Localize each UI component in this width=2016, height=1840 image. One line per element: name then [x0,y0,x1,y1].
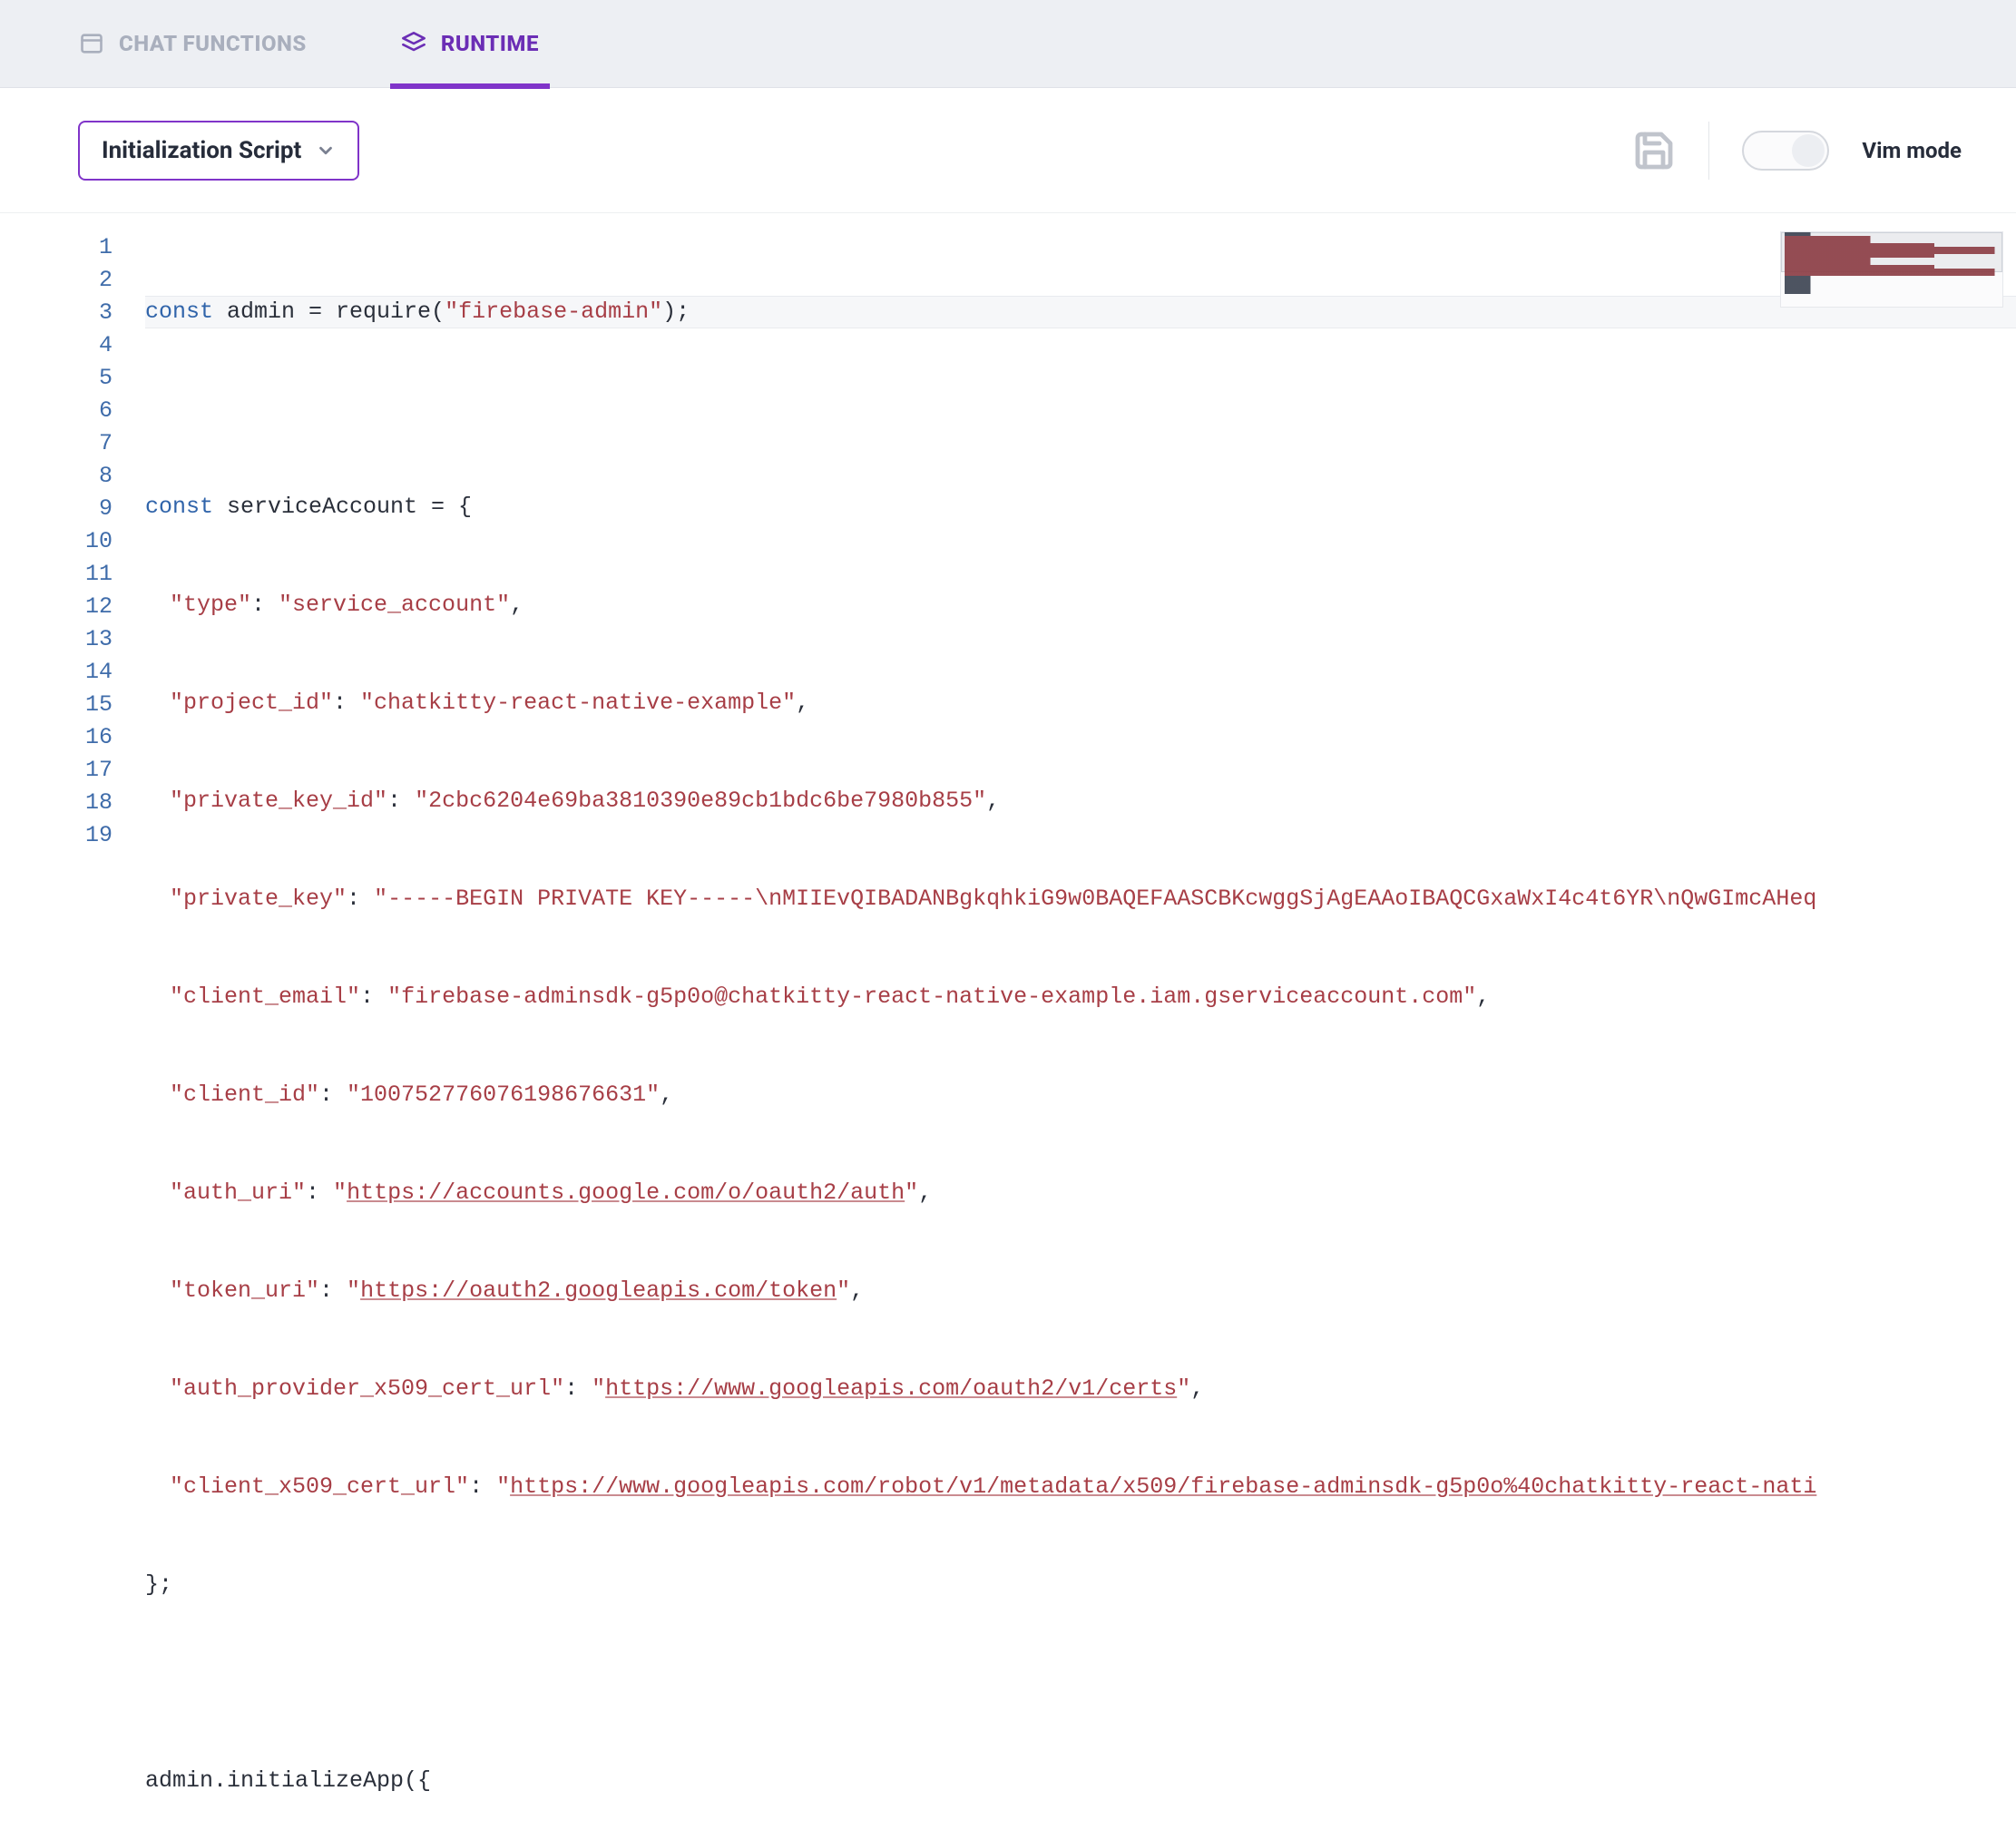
code-line: const admin = require("firebase-admin"); [145,296,2016,328]
toolbar: Initialization Script Vim mode [0,88,2016,213]
line-number: 8 [0,460,113,493]
tab-chat-functions[interactable]: CHAT FUNCTIONS [32,0,354,88]
divider [1708,122,1709,180]
code-line: "client_id": "100752776076198676631", [145,1079,2016,1111]
code-line: "project_id": "chatkitty-react-native-ex… [145,687,2016,719]
vim-mode-toggle[interactable] [1742,131,1829,171]
code-line: "auth_uri": "https://accounts.google.com… [145,1177,2016,1209]
minimap[interactable] [1780,231,2003,308]
tab-runtime[interactable]: RUNTIME [354,0,586,88]
line-number: 6 [0,395,113,427]
line-number: 4 [0,329,113,362]
tab-label: RUNTIME [441,31,539,56]
code-editor[interactable]: 12345678910111213141516171819 const admi… [0,213,2016,920]
line-number: 9 [0,493,113,525]
code-line: "client_x509_cert_url": "https://www.goo… [145,1471,2016,1503]
code-line: admin.initializeApp({ [145,1765,2016,1797]
code-line: "private_key_id": "2cbc6204e69ba3810390e… [145,785,2016,817]
code-line: "token_uri": "https://oauth2.googleapis.… [145,1275,2016,1307]
code-line [145,393,2016,426]
code-content[interactable]: const admin = require("firebase-admin");… [145,231,2016,1840]
line-number: 11 [0,558,113,591]
line-number: 1 [0,231,113,264]
line-number: 13 [0,623,113,656]
code-line: "auth_provider_x509_cert_url": "https://… [145,1373,2016,1405]
script-select-label: Initialization Script [102,137,301,164]
code-line [145,1667,2016,1699]
tab-label: CHAT FUNCTIONS [119,31,307,56]
script-type-select[interactable]: Initialization Script [78,121,359,181]
code-line: "private_key": "-----BEGIN PRIVATE KEY--… [145,883,2016,915]
tab-bar: CHAT FUNCTIONS RUNTIME [0,0,2016,88]
code-line: "client_email": "firebase-adminsdk-g5p0o… [145,981,2016,1013]
line-number: 19 [0,819,113,852]
save-button[interactable] [1632,129,1676,172]
code-line: "type": "service_account", [145,589,2016,621]
line-number: 3 [0,297,113,329]
window-icon [79,31,104,56]
toggle-knob [1792,134,1825,167]
vim-mode-label: Vim mode [1862,138,1962,163]
line-number-gutter: 12345678910111213141516171819 [0,231,145,1840]
layers-icon [401,31,426,56]
chevron-down-icon [316,141,336,161]
code-line: }; [145,1569,2016,1601]
line-number: 14 [0,656,113,689]
code-line: const serviceAccount = { [145,491,2016,524]
line-number: 12 [0,591,113,623]
line-number: 10 [0,525,113,558]
line-number: 16 [0,721,113,754]
line-number: 2 [0,264,113,297]
line-number: 17 [0,754,113,787]
line-number: 5 [0,362,113,395]
line-number: 18 [0,787,113,819]
line-number: 7 [0,427,113,460]
line-number: 15 [0,689,113,721]
